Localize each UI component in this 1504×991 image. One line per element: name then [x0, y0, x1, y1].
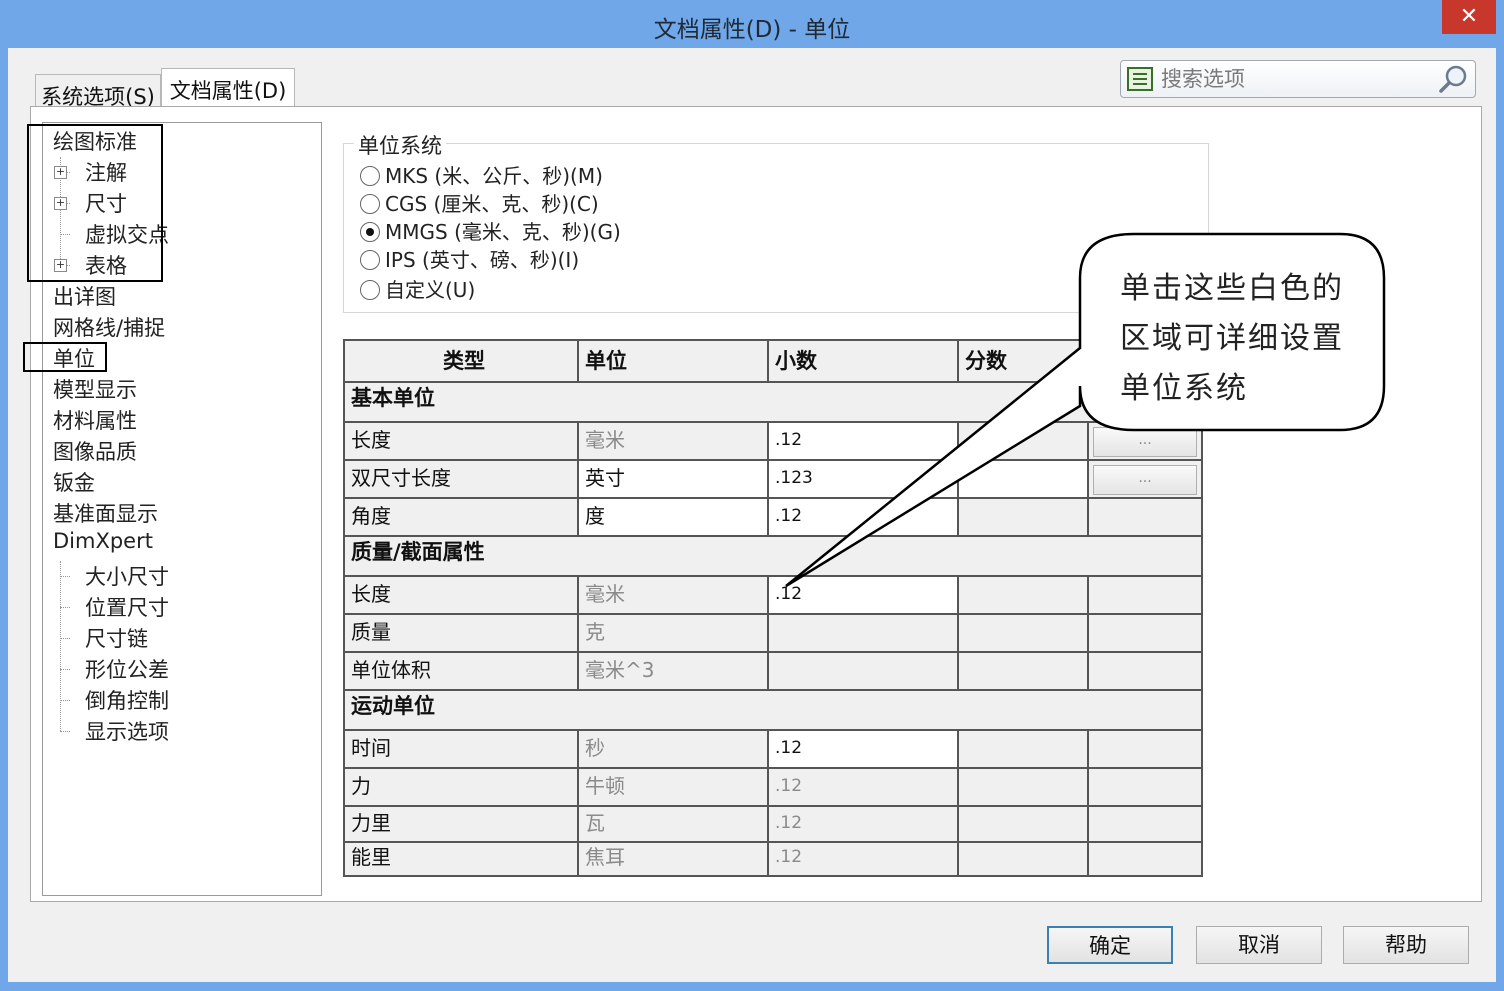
callout-line-2: 区域可详细设置	[1120, 321, 1344, 356]
callout-line-3: 单位系统	[1120, 371, 1248, 406]
callout-line-1: 单击这些白色的	[1120, 271, 1344, 306]
dialog-window: 文档属性(D) - 单位 ✕ 系统选项(S) 文档属性(D) + +	[0, 0, 1504, 991]
callout-text: 单击这些白色的 区域可详细设置 单位系统	[1120, 264, 1370, 414]
callout-bubble	[785, 232, 1386, 588]
